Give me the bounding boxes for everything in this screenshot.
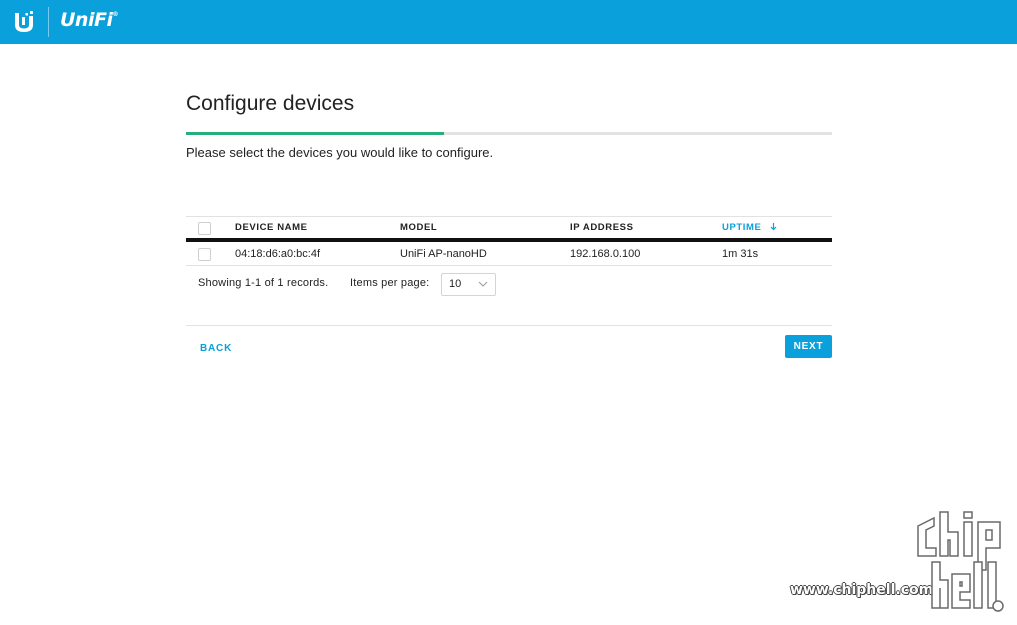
- chiphell-watermark-logo: [917, 511, 1004, 612]
- cell-uptime: 1m 31s: [722, 248, 759, 260]
- table-row[interactable]: 04:18:d6:a0:bc:4f UniFi AP-nanoHD 192.16…: [186, 242, 832, 266]
- cell-ip-address: 192.168.0.100: [570, 248, 641, 260]
- wizard-progress-bar: [186, 132, 832, 135]
- ubiquiti-u-logo-icon: [15, 11, 33, 32]
- column-header-uptime[interactable]: UPTIME: [722, 217, 778, 239]
- items-per-page-label: Items per page:: [350, 277, 430, 289]
- records-count: Showing 1-1 of 1 records.: [198, 277, 329, 289]
- page-title: Configure devices: [186, 92, 355, 115]
- unifi-logo: UniFi®: [60, 9, 118, 31]
- column-header-model[interactable]: MODEL: [400, 217, 437, 239]
- column-header-uptime-label: UPTIME: [722, 222, 762, 233]
- arrow-down-icon: [770, 223, 777, 231]
- row-checkbox[interactable]: [198, 248, 211, 261]
- table-header: DEVICE NAME MODEL IP ADDRESS UPTIME: [186, 216, 832, 242]
- items-per-page-value: 10: [449, 278, 462, 290]
- footer-divider: [186, 325, 832, 326]
- cell-device-name: 04:18:d6:a0:bc:4f: [235, 248, 321, 260]
- column-header-ip-address[interactable]: IP ADDRESS: [570, 217, 634, 239]
- next-button[interactable]: NEXT: [785, 335, 832, 358]
- watermark-url: www.chiphell.com: [790, 582, 934, 598]
- cell-model: UniFi AP-nanoHD: [400, 248, 487, 260]
- wizard-progress-fill: [186, 132, 445, 135]
- devices-table: DEVICE NAME MODEL IP ADDRESS UPTIME 04:1…: [186, 216, 832, 266]
- select-all-checkbox[interactable]: [198, 222, 211, 235]
- page-subtitle: Please select the devices you would like…: [186, 145, 494, 160]
- column-header-device-name[interactable]: DEVICE NAME: [235, 217, 308, 239]
- back-button[interactable]: BACK: [195, 338, 237, 358]
- chevron-down-icon: [478, 281, 488, 287]
- logo-divider: [48, 7, 49, 37]
- top-bar: UniFi®: [0, 0, 1017, 44]
- items-per-page-select[interactable]: 10: [441, 273, 496, 296]
